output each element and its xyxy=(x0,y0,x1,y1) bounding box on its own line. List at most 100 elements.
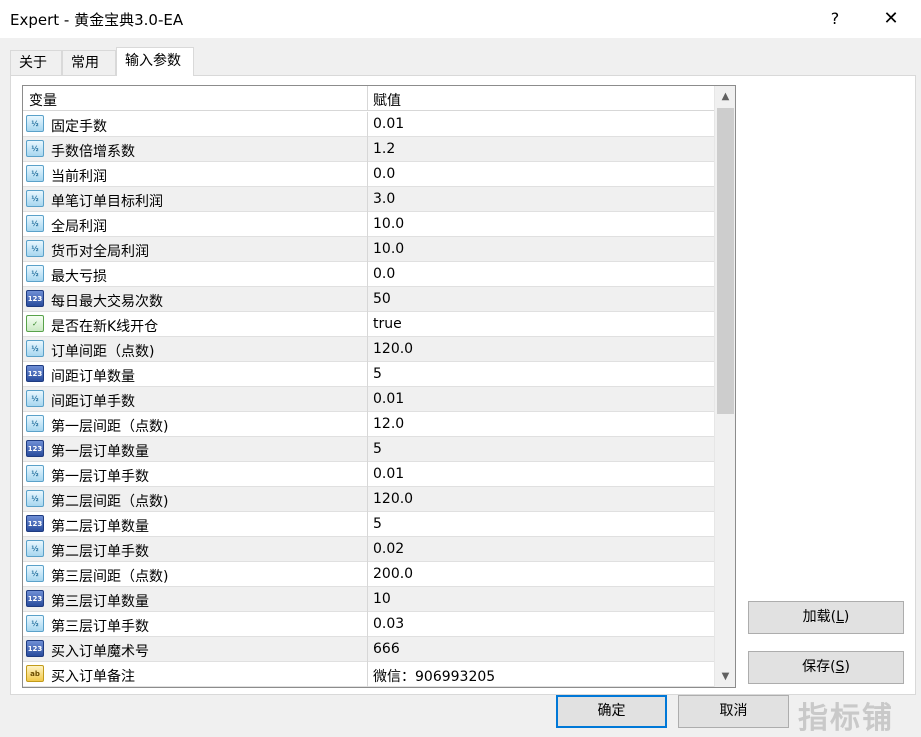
parameter-name: 第三层订单手数 xyxy=(51,619,149,635)
parameter-value[interactable]: 5 xyxy=(373,366,382,382)
tab-common[interactable]: 常用 xyxy=(62,50,116,75)
parameter-value[interactable]: 3.0 xyxy=(373,191,395,207)
scroll-up-icon[interactable]: ▲ xyxy=(715,86,735,107)
cell-divider xyxy=(367,437,368,462)
parameter-value[interactable]: 120.0 xyxy=(373,341,413,357)
table-row[interactable]: ½ 第二层订单手数 0.02 xyxy=(23,537,714,562)
cell-divider xyxy=(367,337,368,362)
table-row[interactable]: 123 第二层订单数量 5 xyxy=(23,512,714,537)
string-type-icon: ab xyxy=(26,665,44,682)
parameter-name: 当前利润 xyxy=(51,169,107,185)
parameter-value[interactable]: 0.0 xyxy=(373,166,395,182)
table-row[interactable]: ½ 全局利润 10.0 xyxy=(23,212,714,237)
table-row[interactable]: ½ 订单间距（点数) 120.0 xyxy=(23,337,714,362)
cell-divider xyxy=(367,387,368,412)
table-row[interactable]: 123 间距订单数量 5 xyxy=(23,362,714,387)
load-hotkey: L xyxy=(836,609,844,625)
double-type-icon: ½ xyxy=(26,490,44,507)
table-row[interactable]: ab 买入订单备注 微信：906993205 xyxy=(23,662,714,687)
cancel-button[interactable]: 取消 xyxy=(678,695,789,728)
table-row[interactable]: ½ 第三层订单手数 0.03 xyxy=(23,612,714,637)
parameter-value[interactable]: 0.02 xyxy=(373,541,404,557)
parameter-value[interactable]: 0.01 xyxy=(373,466,404,482)
table-row[interactable]: 123 每日最大交易次数 50 xyxy=(23,287,714,312)
table-row[interactable]: 123 第一层订单数量 5 xyxy=(23,437,714,462)
close-icon[interactable]: ✕ xyxy=(866,0,916,38)
parameter-value[interactable]: 10.0 xyxy=(373,241,404,257)
parameter-name: 间距订单数量 xyxy=(51,369,135,385)
cell-divider xyxy=(367,537,368,562)
parameter-value[interactable]: true xyxy=(373,316,402,332)
vertical-scrollbar[interactable]: ▲ ▼ xyxy=(714,86,735,687)
table-row[interactable]: ½ 单笔订单目标利润 3.0 xyxy=(23,187,714,212)
scroll-down-icon[interactable]: ▼ xyxy=(715,666,735,687)
tab-inputs[interactable]: 输入参数 xyxy=(116,47,194,76)
cell-divider xyxy=(367,137,368,162)
parameter-value[interactable]: 200.0 xyxy=(373,566,413,582)
table-row[interactable]: 123 第三层订单数量 10 xyxy=(23,587,714,612)
parameter-name: 第二层订单手数 xyxy=(51,544,149,560)
table-row[interactable]: ✓ 是否在新K线开仓 true xyxy=(23,312,714,337)
parameter-value[interactable]: 10.0 xyxy=(373,216,404,232)
cell-divider xyxy=(367,312,368,337)
parameter-name: 第一层间距（点数) xyxy=(51,419,169,435)
parameter-value[interactable]: 5 xyxy=(373,516,382,532)
column-header-value[interactable]: 赋值 xyxy=(373,90,401,110)
cell-divider xyxy=(367,662,368,687)
cell-divider xyxy=(367,262,368,287)
ok-button[interactable]: 确定 xyxy=(556,695,667,728)
table-row[interactable]: ½ 第一层间距（点数) 12.0 xyxy=(23,412,714,437)
table-row[interactable]: ½ 最大亏损 0.0 xyxy=(23,262,714,287)
table-row[interactable]: ½ 第二层间距（点数) 120.0 xyxy=(23,487,714,512)
table-row[interactable]: ½ 手数倍增系数 1.2 xyxy=(23,137,714,162)
window-title: Expert - 黄金宝典3.0-EA xyxy=(10,11,184,29)
parameter-value[interactable]: 5 xyxy=(373,441,382,457)
parameter-value[interactable]: 120.0 xyxy=(373,491,413,507)
cell-divider xyxy=(367,287,368,312)
save-label: 保存( xyxy=(802,659,836,675)
double-type-icon: ½ xyxy=(26,215,44,232)
table-row[interactable]: ½ 第一层订单手数 0.01 xyxy=(23,462,714,487)
scrollbar-thumb[interactable] xyxy=(717,108,734,414)
table-row[interactable]: ½ 货币对全局利润 10.0 xyxy=(23,237,714,262)
double-type-icon: ½ xyxy=(26,190,44,207)
parameter-name: 手数倍增系数 xyxy=(51,144,135,160)
parameter-name: 间距订单手数 xyxy=(51,394,135,410)
parameter-value[interactable]: 微信：906993205 xyxy=(373,666,495,686)
double-type-icon: ½ xyxy=(26,465,44,482)
table-row[interactable]: ½ 当前利润 0.0 xyxy=(23,162,714,187)
cell-divider xyxy=(367,462,368,487)
int-type-icon: 123 xyxy=(26,515,44,532)
parameter-value[interactable]: 1.2 xyxy=(373,141,395,157)
parameter-name: 第一层订单手数 xyxy=(51,469,149,485)
tab-about[interactable]: 关于 xyxy=(10,50,62,75)
parameter-value[interactable]: 12.0 xyxy=(373,416,404,432)
double-type-icon: ½ xyxy=(26,140,44,157)
parameter-value[interactable]: 0.03 xyxy=(373,616,404,632)
help-icon[interactable]: ? xyxy=(812,0,858,38)
parameter-value[interactable]: 10 xyxy=(373,591,391,607)
parameter-value[interactable]: 0.0 xyxy=(373,266,395,282)
table-row[interactable]: ½ 间距订单手数 0.01 xyxy=(23,387,714,412)
column-divider[interactable] xyxy=(367,86,368,111)
table-row[interactable]: ½ 固定手数 0.01 xyxy=(23,112,714,137)
double-type-icon: ½ xyxy=(26,240,44,257)
parameter-name: 第二层订单数量 xyxy=(51,519,149,535)
parameter-name: 固定手数 xyxy=(51,119,107,135)
grid-header: 变量 赋值 xyxy=(23,86,714,111)
parameter-value[interactable]: 666 xyxy=(373,641,400,657)
load-button[interactable]: 加载(L) xyxy=(748,601,904,634)
parameter-value[interactable]: 50 xyxy=(373,291,391,307)
cell-divider xyxy=(367,637,368,662)
parameter-name: 买入订单备注 xyxy=(51,669,135,685)
table-row[interactable]: ½ 第三层间距（点数) 200.0 xyxy=(23,562,714,587)
save-button[interactable]: 保存(S) xyxy=(748,651,904,684)
int-type-icon: 123 xyxy=(26,365,44,382)
table-row[interactable]: 123 买入订单魔术号 666 xyxy=(23,637,714,662)
column-header-variable[interactable]: 变量 xyxy=(29,90,57,110)
cell-divider xyxy=(367,412,368,437)
parameter-value[interactable]: 0.01 xyxy=(373,391,404,407)
parameter-name: 第二层间距（点数) xyxy=(51,494,169,510)
parameter-value[interactable]: 0.01 xyxy=(373,116,404,132)
double-type-icon: ½ xyxy=(26,615,44,632)
